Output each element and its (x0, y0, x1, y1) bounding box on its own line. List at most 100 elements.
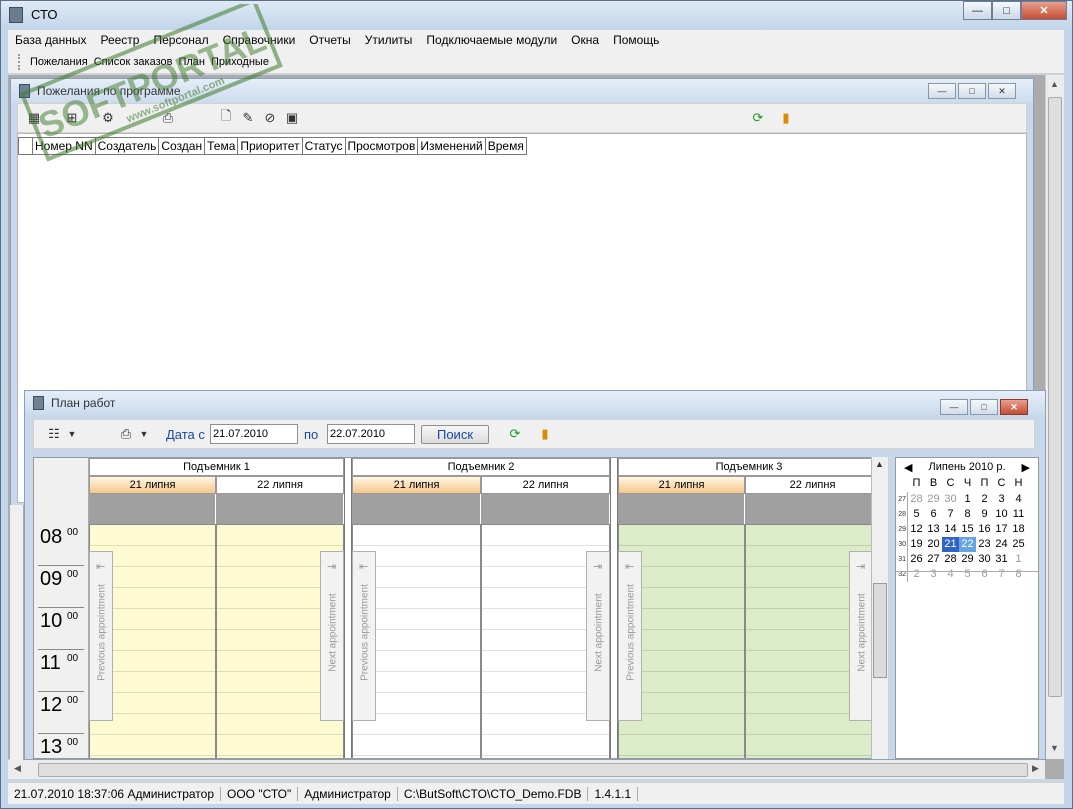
search-button[interactable]: Поиск (421, 425, 489, 444)
calendar-day[interactable]: 19 (908, 537, 925, 552)
calendar-day[interactable]: 25 (1010, 537, 1027, 552)
time-slot[interactable] (746, 525, 879, 546)
printer-icon[interactable]: ⎙ (160, 110, 176, 126)
menu-plugins[interactable]: Подключаемые модули (419, 33, 564, 47)
date-from-input[interactable] (210, 424, 298, 444)
calendar-day[interactable]: 2 (976, 492, 993, 507)
calendar-day[interactable]: 21 (942, 537, 959, 552)
time-slot[interactable] (619, 525, 744, 546)
calendar-day[interactable]: 27 (925, 552, 942, 567)
scroll-up-icon[interactable]: ▲ (875, 459, 884, 469)
menu-utilities[interactable]: Утилиты (358, 33, 420, 47)
calendar-day[interactable]: 12 (908, 522, 925, 537)
calendar-day[interactable]: 10 (993, 507, 1010, 522)
calendar-day[interactable]: 13 (925, 522, 942, 537)
column-views[interactable]: Просмотров (345, 138, 419, 154)
calendar-day[interactable]: 5 (959, 567, 976, 582)
printer-icon[interactable]: ⎙ (118, 426, 134, 442)
calendar-day[interactable]: 7 (942, 507, 959, 522)
time-slot[interactable] (746, 735, 879, 756)
next-appointment-button[interactable]: ⇥ Next appointment (586, 551, 610, 721)
calendar-day[interactable]: 15 (959, 522, 976, 537)
next-appointment-button[interactable]: ⇥ Next appointment (849, 551, 873, 721)
column-created[interactable]: Создан (159, 138, 206, 154)
calendar-day[interactable]: 3 (925, 567, 942, 582)
schedule-scrollbar[interactable]: ▲ (871, 457, 888, 759)
window-tab-wishes[interactable]: Пожелания (28, 56, 92, 68)
column-subject[interactable]: Тема (205, 138, 239, 154)
calendar-day[interactable]: 30 (942, 492, 959, 507)
calendar-day[interactable]: 4 (1010, 492, 1027, 507)
time-slot[interactable] (353, 525, 480, 546)
previous-appointment-button[interactable]: ⇤ Previous appointment (352, 551, 376, 721)
previous-appointment-button[interactable]: ⇤ Previous appointment (89, 551, 113, 721)
edit-document-icon[interactable]: ✎ (240, 110, 256, 126)
time-slot[interactable] (482, 525, 609, 546)
calendar-day[interactable]: 18 (1010, 522, 1027, 537)
menu-registry[interactable]: Реестр (93, 33, 146, 47)
calendar-day[interactable]: 5 (908, 507, 925, 522)
calendar-day[interactable]: 3 (993, 492, 1010, 507)
view-mode-icon[interactable]: ☷ (46, 426, 62, 442)
wishes-close-button[interactable]: ✕ (988, 83, 1016, 99)
menu-help[interactable]: Помощь (606, 33, 666, 47)
chevron-down-icon[interactable]: ▼ (64, 426, 80, 442)
next-month-icon[interactable]: ▶ (1022, 461, 1030, 474)
mdi-vertical-scrollbar[interactable]: ▲ ▼ (1045, 75, 1064, 759)
calendar-day[interactable]: 22 (959, 537, 976, 552)
calendar-day[interactable]: 9 (976, 507, 993, 522)
calendar-day[interactable]: 31 (993, 552, 1010, 567)
toolbar-grip[interactable] (18, 53, 22, 70)
time-slot[interactable] (482, 735, 609, 756)
date-header[interactable]: 21 липня (618, 476, 745, 494)
all-day-band[interactable] (352, 494, 481, 524)
calendar-day[interactable]: 28 (942, 552, 959, 567)
scroll-down-icon[interactable]: ▼ (1050, 743, 1059, 753)
calendar-day[interactable]: 4 (942, 567, 959, 582)
time-slot[interactable] (90, 525, 215, 546)
time-slot[interactable] (353, 735, 480, 756)
calendar-month[interactable]: Липень 2010 р. (929, 461, 1006, 473)
calendar-day[interactable]: 17 (993, 522, 1010, 537)
calendar-day[interactable]: 1 (1010, 552, 1027, 567)
calendar-day[interactable]: 16 (976, 522, 993, 537)
column-changes[interactable]: Изменений (418, 138, 486, 154)
exit-door-icon[interactable]: ▮ (778, 110, 794, 126)
previous-month-icon[interactable]: ◀ (904, 461, 912, 474)
date-header[interactable]: 21 липня (352, 476, 481, 494)
calendar-day[interactable]: 8 (1010, 567, 1027, 582)
calendar-day[interactable]: 2 (908, 567, 925, 582)
refresh-icon[interactable]: ⟳ (507, 426, 523, 442)
menu-windows[interactable]: Окна (564, 33, 606, 47)
menu-references[interactable]: Справочники (216, 33, 303, 47)
time-slot[interactable] (619, 735, 744, 756)
close-button[interactable]: ✕ (1021, 1, 1067, 20)
time-slot[interactable] (217, 525, 343, 546)
calendar-day[interactable]: 14 (942, 522, 959, 537)
column-number[interactable]: Номер NN (33, 138, 96, 154)
grid-view-icon[interactable]: ▦ (26, 110, 42, 126)
calendar-day[interactable]: 23 (976, 537, 993, 552)
calendar-day[interactable]: 24 (993, 537, 1010, 552)
scroll-thumb-horizontal[interactable] (38, 763, 1028, 777)
calendar-day[interactable]: 6 (925, 507, 942, 522)
calendar-day[interactable]: 1 (959, 492, 976, 507)
all-day-band[interactable] (216, 494, 344, 524)
wishes-window-titlebar[interactable]: Пожелания по программе — □ ✕ (11, 79, 1033, 103)
calendar-day[interactable]: 26 (908, 552, 925, 567)
scroll-left-icon[interactable]: ◀ (14, 763, 21, 774)
scroll-thumb[interactable] (873, 583, 887, 678)
scroll-up-icon[interactable]: ▲ (1050, 79, 1059, 89)
menu-database[interactable]: База данных (8, 33, 93, 47)
menu-reports[interactable]: Отчеты (302, 33, 357, 47)
filter-icon[interactable]: ⊞ (64, 110, 80, 126)
maximize-button[interactable]: □ (992, 1, 1021, 20)
date-header[interactable]: 21 липня (89, 476, 216, 494)
column-priority[interactable]: Приоритет (238, 138, 303, 154)
column-status[interactable]: Статус (302, 138, 346, 154)
calendar-day[interactable]: 7 (993, 567, 1010, 582)
date-header[interactable]: 22 липня (216, 476, 344, 494)
date-header[interactable]: 22 липня (481, 476, 610, 494)
date-to-input[interactable] (327, 424, 415, 444)
calendar-day[interactable]: 29 (959, 552, 976, 567)
